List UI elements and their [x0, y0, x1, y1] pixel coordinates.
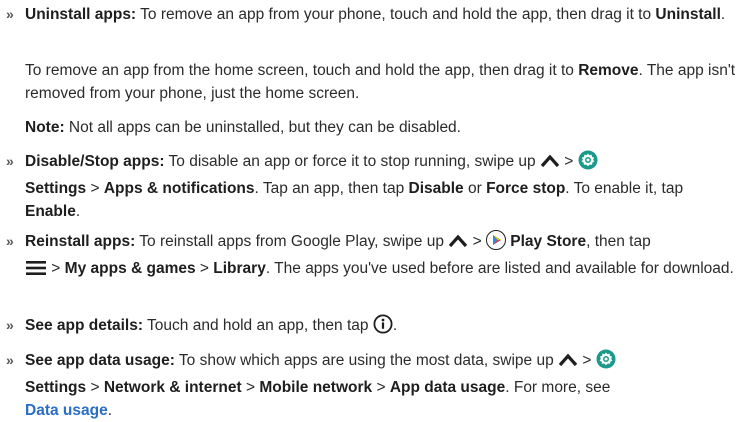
item-see-app-data-usage: » See app data usage: To show which apps…: [0, 349, 736, 422]
item-text: Reinstall apps: To reinstall apps from G…: [25, 230, 736, 284]
paragraph-remove-home: To remove an app from the home screen, t…: [0, 59, 736, 105]
item-see-app-details: » See app details: Touch and hold an app…: [0, 314, 736, 341]
bullet-marker: »: [6, 233, 14, 249]
chevron-up-icon: [448, 232, 468, 257]
chevron-up-icon: [558, 351, 578, 376]
data-usage-link[interactable]: Data usage: [25, 402, 108, 419]
item-uninstall-apps: » Uninstall apps: To remove an app from …: [0, 3, 736, 26]
item-disable-stop-apps: » Disable/Stop apps: To disable an app o…: [0, 150, 736, 223]
info-icon: [373, 314, 393, 341]
bullet-marker: »: [6, 153, 14, 169]
bullet-marker: »: [6, 317, 14, 333]
note-paragraph: Note: Not all apps can be uninstalled, b…: [0, 116, 736, 139]
chevron-up-icon: [540, 152, 560, 177]
note-text: Note: Not all apps can be uninstalled, b…: [25, 119, 461, 136]
item-title: Uninstall apps:: [25, 6, 137, 23]
settings-gear-icon: [596, 349, 616, 376]
item-text: See app details: Touch and hold an app, …: [25, 314, 736, 341]
item-reinstall-apps: » Reinstall apps: To reinstall apps from…: [0, 230, 736, 284]
item-text: Disable/Stop apps: To disable an app or …: [25, 150, 736, 223]
item-text: See app data usage: To show which apps a…: [25, 349, 736, 422]
hamburger-menu-icon: [25, 259, 47, 284]
settings-gear-icon: [578, 150, 598, 177]
help-page: » Uninstall apps: To remove an app from …: [0, 0, 736, 419]
bullet-marker: »: [6, 6, 14, 22]
bullet-marker: »: [6, 352, 14, 368]
paragraph-text: To remove an app from the home screen, t…: [25, 62, 736, 102]
item-text: Uninstall apps: To remove an app from yo…: [25, 6, 726, 23]
play-store-icon: [485, 230, 506, 257]
